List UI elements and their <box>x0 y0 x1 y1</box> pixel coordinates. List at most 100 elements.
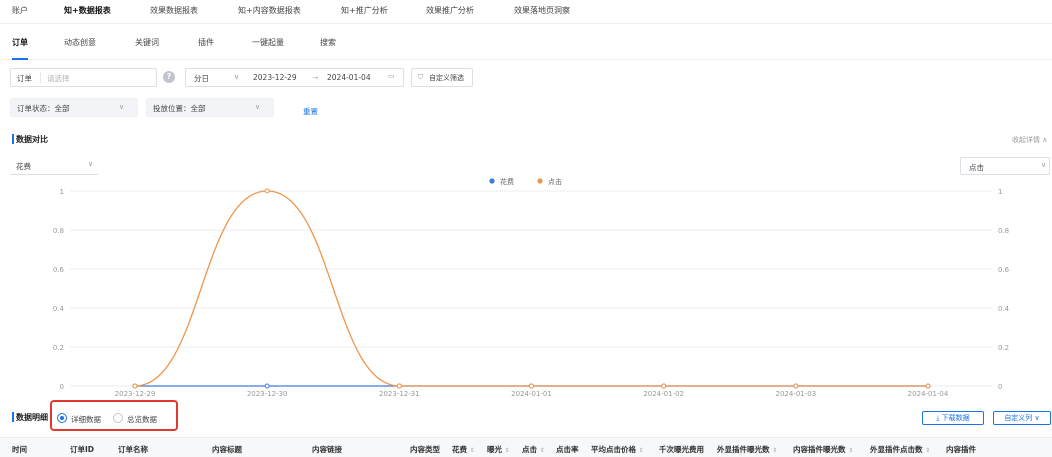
nav-item-content-data-report[interactable]: 知+内容数据报表 <box>238 5 301 16</box>
download-icon: ⤓ <box>936 414 940 422</box>
y-tick-label-right: 0.4 <box>998 305 1010 313</box>
compare-title: 数据对比 <box>16 135 48 144</box>
col-content-link[interactable]: 内容链接 <box>312 444 342 455</box>
data-point <box>793 383 799 389</box>
custom-columns-button[interactable]: 自定义列 ∨ <box>993 411 1051 425</box>
data-point <box>925 383 931 389</box>
nav-item-zhi-data-report[interactable]: 知+数据报表 <box>64 5 111 16</box>
order-status-label: 订单状态：全部 <box>17 104 70 113</box>
y-tick-label-left: 1 <box>60 188 64 196</box>
x-tick-label: 2024-01-02 <box>643 390 684 398</box>
legend-marker <box>489 178 495 184</box>
series-line-1 <box>134 190 928 387</box>
tab-order[interactable]: 订单 <box>12 37 28 48</box>
order-status-select[interactable]: 订单状态：全部 ∨ <box>10 98 138 117</box>
active-tab-underline <box>12 58 28 60</box>
date-start[interactable]: 2023-12-29 <box>253 73 297 82</box>
x-tick-label: 2024-01-01 <box>511 390 552 398</box>
col-ext-plugin-clicks[interactable]: 外显插件点击数 ⇕ <box>870 444 930 455</box>
filter-icon: ⛉ <box>418 73 424 81</box>
chevron-down-icon: ∨ <box>1034 414 1040 422</box>
col-order-id[interactable]: 订单ID <box>70 444 94 455</box>
placement-label: 投放位置：全部 <box>153 104 206 113</box>
date-range-picker[interactable]: 分日 ∨ 2023-12-29 → 2024-01-04 ▭ <box>185 68 404 87</box>
radio-detail-data[interactable] <box>57 413 67 423</box>
col-content-plugin-impr[interactable]: 内容插件曝光数 ⇕ <box>793 444 853 455</box>
y-tick-label-left: 0 <box>60 383 64 391</box>
section-marker <box>12 134 14 144</box>
chevron-down-icon: ∨ <box>1041 161 1047 169</box>
y-tick-label-right: 0.6 <box>998 266 1010 274</box>
custom-filter-button[interactable]: ⛉ 自定义筛选 <box>411 68 473 87</box>
y-tick-label-left: 0.2 <box>53 344 64 352</box>
x-tick-label: 2023-12-31 <box>379 390 420 398</box>
col-order-name[interactable]: 订单名称 <box>118 444 148 455</box>
top-navigation: 账户 知+数据报表 效果数据报表 知+内容数据报表 知+推广分析 效果推广分析 … <box>0 0 1052 24</box>
calendar-icon: ▭ <box>388 72 395 80</box>
legend-label: 花费 <box>500 177 514 186</box>
detail-data-label: 详细数据 <box>71 415 101 424</box>
nav-item-effect-promo-analysis[interactable]: 效果推广分析 <box>426 5 474 16</box>
data-point <box>264 383 270 389</box>
order-select[interactable]: 订单 请选择 <box>10 68 157 87</box>
y-tick-label-left: 0.8 <box>53 227 64 235</box>
y-tick-label-right: 0.2 <box>998 344 1009 352</box>
radio-overview-data[interactable] <box>113 413 123 423</box>
tab-search[interactable]: 搜索 <box>320 37 336 48</box>
custom-filter-label: 自定义筛选 <box>429 74 464 82</box>
placement-select[interactable]: 投放位置：全部 ∨ <box>146 98 274 117</box>
tab-keyword[interactable]: 关键词 <box>135 37 159 48</box>
x-tick-label: 2024-01-03 <box>775 390 816 398</box>
nav-item-promo-analysis[interactable]: 知+推广分析 <box>341 5 388 16</box>
tab-one-click-boost[interactable]: 一键起量 <box>252 37 284 48</box>
legend-label: 点击 <box>548 177 562 186</box>
chevron-down-icon: ∨ <box>255 103 261 111</box>
chevron-down-icon: ∨ <box>234 73 240 81</box>
col-content-title[interactable]: 内容标题 <box>212 444 242 455</box>
col-content-plugin[interactable]: 内容插件 <box>946 444 976 455</box>
data-point <box>396 383 402 389</box>
y-tick-label-left: 0.6 <box>53 266 65 274</box>
help-icon[interactable]: ? <box>163 71 175 83</box>
data-point <box>529 383 534 389</box>
nav-item-account[interactable]: 账户 <box>12 5 28 16</box>
data-point <box>264 188 270 194</box>
comparison-line-chart: 0 0 0.2 0.2 0.4 0.4 0.6 0.6 0.8 0.8 1 1 2023-12-29 20… <box>53 177 1010 398</box>
x-tick-label: 2023-12-30 <box>247 390 288 398</box>
tab-dynamic-creative[interactable]: 动态创意 <box>64 37 96 48</box>
y-tick-label-right: 1 <box>998 188 1002 196</box>
reset-link[interactable]: 重置 <box>303 106 318 117</box>
chevron-down-icon: ∨ <box>88 160 94 168</box>
col-cpm[interactable]: 千次曝光费用 <box>659 444 704 455</box>
data-point <box>132 383 138 389</box>
col-ctr[interactable]: 点击率 <box>556 444 579 455</box>
col-content-type[interactable]: 内容类型 <box>410 444 440 455</box>
date-end[interactable]: 2024-01-04 <box>327 73 371 82</box>
sub-tabs: 订单 动态创意 关键词 插件 一键起量 搜索 <box>0 24 1052 60</box>
nav-item-effect-data-report[interactable]: 效果数据报表 <box>150 5 198 16</box>
tab-plugin[interactable]: 插件 <box>198 37 214 48</box>
col-avg-cpc[interactable]: 平均点击价格 ⇕ <box>591 444 644 455</box>
granularity-select[interactable]: 分日 <box>194 73 209 84</box>
y-tick-label-right: 0.8 <box>998 227 1009 235</box>
order-placeholder: 请选择 <box>47 74 70 83</box>
col-time[interactable]: 时间 <box>12 444 27 455</box>
chevron-down-icon: ∨ <box>119 103 125 111</box>
legend-marker <box>537 178 543 184</box>
detail-title: 数据明细 <box>16 413 48 422</box>
section-marker <box>12 412 14 422</box>
order-label: 订单 <box>17 74 32 83</box>
y-tick-label-left: 0.4 <box>53 305 65 313</box>
x-tick-label: 2023-12-29 <box>115 390 156 398</box>
col-spend[interactable]: 花费 ⇕ <box>452 444 475 455</box>
col-impressions[interactable]: 曝光 ⇕ <box>487 444 510 455</box>
download-data-button[interactable]: ⤓ 下载数据 <box>922 411 984 425</box>
divider <box>40 72 41 83</box>
nav-item-landing-insight[interactable]: 效果落地页洞察 <box>514 5 570 16</box>
date-separator: → <box>312 73 319 82</box>
col-clicks[interactable]: 点击 ⇕ <box>522 444 545 455</box>
data-point <box>661 383 667 389</box>
col-ext-plugin-impr[interactable]: 外显插件曝光数 ⇕ <box>717 444 777 455</box>
collapse-details-link[interactable]: 收起详情 ∧ <box>1012 135 1047 145</box>
x-tick-label: 2024-01-04 <box>908 390 949 398</box>
